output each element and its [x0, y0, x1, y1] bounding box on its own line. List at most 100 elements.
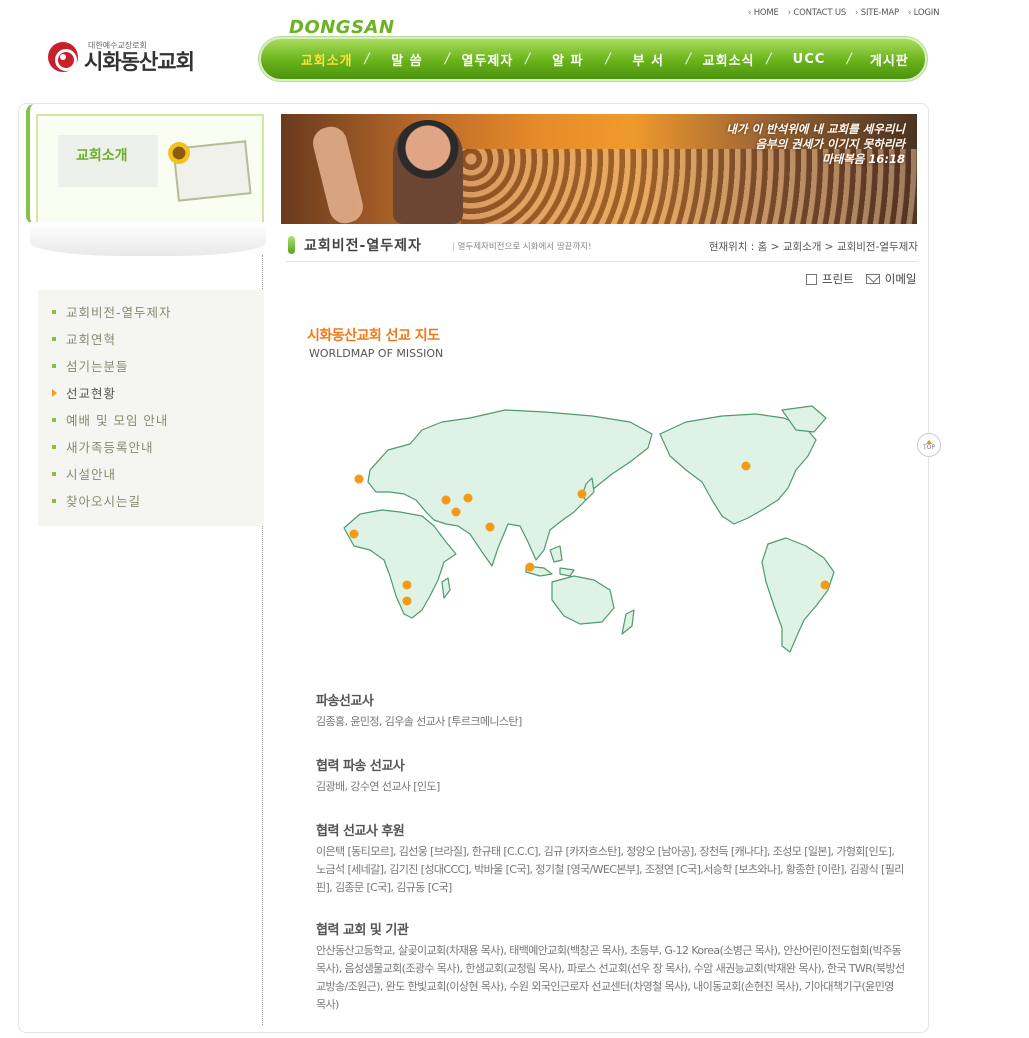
bullet-icon — [52, 444, 56, 449]
sidebar-item-servants[interactable]: 섬기는분들 — [38, 352, 264, 379]
mission-location-dot — [463, 493, 473, 503]
land-south-america — [761, 537, 835, 653]
logo-mark-icon — [48, 41, 78, 72]
section-sent-missionaries: 파송선교사 김종홍, 윤민정, 김우솔 선교사 [투르크메니스탄] — [316, 690, 906, 731]
sidebar-item-label: 새가족등록안내 — [66, 440, 154, 455]
world-map-svg — [343, 405, 835, 653]
top-banner: 내가 이 반석위에 내 교회를 세우리니 음부의 권세가 이기지 못하리라 마태… — [281, 114, 917, 224]
nav-board[interactable]: 게시판 — [854, 50, 925, 69]
email-button[interactable]: 이메일 — [865, 271, 917, 287]
mission-heading: 시화동산교회 선교 지도 WORLDMAP OF MISSION — [307, 325, 443, 360]
sidebar-item-label: 교회연혁 — [66, 332, 117, 347]
nav-separator: / — [686, 51, 691, 67]
banner-arm — [309, 123, 367, 224]
util-contact-link[interactable]: CONTACT US — [788, 8, 846, 18]
nav-church-intro[interactable]: 교회소개 — [291, 50, 362, 69]
sidebar-item-label: 예배 및 모임 안내 — [66, 413, 169, 428]
sidebar-item-facilities[interactable]: 시설안내 — [38, 460, 264, 487]
arrow-bullet-icon — [52, 388, 57, 397]
sunflower-icon — [168, 142, 190, 164]
bullet-icon — [52, 417, 56, 422]
nav-separator: / — [766, 51, 772, 67]
page-title-bar: 교회비전-열두제자 열두제자비전으로 시화에서 땅끝까지! 현재위치 : 홈 >… — [286, 234, 918, 262]
map-land — [343, 405, 835, 653]
mission-subtitle: WORLDMAP OF MISSION — [309, 347, 444, 360]
nav-sermon[interactable]: 말 씀 — [371, 50, 442, 69]
page-title: 교회비전-열두제자 — [304, 238, 422, 254]
sidebar-item-mission[interactable]: 선교현황 — [38, 379, 264, 406]
sidebar-item-label: 선교현황 — [66, 386, 117, 401]
nav-alpha[interactable]: 알 파 — [532, 50, 603, 69]
mission-location-dot — [525, 562, 535, 572]
banner-quote-line: 내가 이 반석위에 내 교회를 세우리니 — [726, 122, 905, 136]
sidebar-item-label: 교회비전-열두제자 — [66, 305, 172, 320]
church-logo[interactable]: 대한예수교장로회 시화동산교회 — [48, 40, 195, 74]
title-pill-icon — [288, 236, 295, 254]
util-sitemap-link[interactable]: SITE-MAP — [855, 8, 899, 18]
bullet-icon — [52, 309, 56, 314]
print-icon — [806, 273, 817, 285]
world-map — [330, 400, 890, 658]
sidebar-item-label: 찾아오시는길 — [66, 494, 142, 509]
sidebar-item-vision[interactable]: 교회비전-열두제자 — [38, 298, 264, 325]
land-africa — [343, 509, 457, 619]
email-label: 이메일 — [884, 272, 917, 286]
land-new-zealand — [621, 609, 635, 635]
sidebar-item-label: 섬기는분들 — [66, 359, 129, 374]
sidebar-section-title: 교회소개 — [58, 135, 158, 187]
util-home-link[interactable]: HOME — [748, 8, 779, 18]
brand-wordmark: DONGSAN — [289, 17, 395, 38]
nav-departments[interactable]: 부 서 — [613, 50, 684, 69]
mission-location-dot — [577, 489, 587, 499]
mission-location-dot — [402, 580, 412, 590]
util-login-link[interactable]: LOGIN — [908, 8, 940, 18]
bullet-icon — [52, 498, 56, 503]
section-partner-churches: 협력 교회 및 기관 안산동산고등학교, 살곶이교회(차재용 목사), 태백예안… — [316, 919, 906, 1014]
banner-person — [393, 120, 463, 224]
nav-church-news[interactable]: 교회소식 — [693, 50, 764, 69]
nav-separator: / — [605, 51, 611, 67]
mission-location-dot — [354, 474, 364, 484]
banner-quote: 내가 이 반석위에 내 교회를 세우리니 음부의 권세가 이기지 못하리라 마태… — [726, 122, 905, 167]
mission-location-dot — [485, 522, 495, 532]
breadcrumb: 현재위치 : 홈 > 교회소개 > 교회비전-열두제자 — [708, 241, 918, 253]
grass-decoration — [30, 222, 266, 256]
nav-separator: / — [846, 51, 852, 67]
page-tools: 프린트 이메일 — [806, 271, 917, 287]
sidebar-item-label: 시설안내 — [66, 467, 117, 482]
sidebar-item-worship[interactable]: 예배 및 모임 안내 — [38, 406, 264, 433]
sidebar-visual: 교회소개 — [20, 104, 266, 256]
nav-twelve-disciples[interactable]: 열두제자 — [452, 50, 523, 69]
section-body: 이은택 [동티모르], 김선웅 [브라질], 한규태 [C.C.C], 김규 [… — [316, 845, 904, 894]
scroll-top-label: TOP — [922, 443, 935, 451]
nav-ucc[interactable]: UCC — [773, 52, 844, 67]
section-heading: 협력 선교사 후원 — [316, 824, 405, 839]
sidebar-item-history[interactable]: 교회연혁 — [38, 325, 264, 352]
section-body: 안산동산고등학교, 살곶이교회(차재용 목사), 태백예안교회(백창곤 목사),… — [316, 944, 905, 1011]
scroll-top-button[interactable]: TOP — [917, 433, 941, 457]
mission-location-dot — [741, 461, 751, 471]
mission-sections: 파송선교사 김종홍, 윤민정, 김우솔 선교사 [투르크메니스탄] 협력 파송 … — [316, 690, 906, 1038]
section-heading: 협력 파송 선교사 — [316, 759, 405, 774]
bullet-icon — [52, 471, 56, 476]
section-cooperative-sent: 협력 파송 선교사 김광배, 강수연 선교사 [인도] — [316, 755, 906, 796]
sidebar-menu: 교회비전-열두제자 교회연혁 섬기는분들 선교현황 예배 및 모임 안내 새가족… — [38, 290, 264, 526]
sidebar-item-newcomer[interactable]: 새가족등록안내 — [38, 433, 264, 460]
section-body: 김광배, 강수연 선교사 [인도] — [316, 780, 440, 793]
mission-location-dot — [349, 529, 359, 539]
vine-decoration — [26, 104, 42, 224]
sidebar-item-directions[interactable]: 찾아오시는길 — [38, 487, 264, 514]
bullet-icon — [52, 363, 56, 368]
banner-quote-line: 음부의 권세가 이기지 못하리라 — [755, 137, 905, 151]
page-description: 열두제자비전으로 시화에서 땅끝까지! — [452, 240, 592, 252]
banner-quote-reference: 마태복음 16:18 — [822, 152, 905, 166]
print-button[interactable]: 프린트 — [806, 271, 854, 287]
land-north-america — [659, 413, 817, 525]
main-nav: 교회소개 / 말 씀 / 열두제자 / 알 파 / 부 서 / 교회소식 / UCC / 게시… — [259, 37, 927, 81]
section-heading: 파송선교사 — [316, 694, 374, 709]
mission-location-dot — [820, 580, 830, 590]
email-icon — [865, 274, 880, 284]
logo-name: 시화동산교회 — [84, 50, 195, 74]
nav-separator: / — [444, 51, 450, 67]
print-label: 프린트 — [822, 272, 854, 286]
